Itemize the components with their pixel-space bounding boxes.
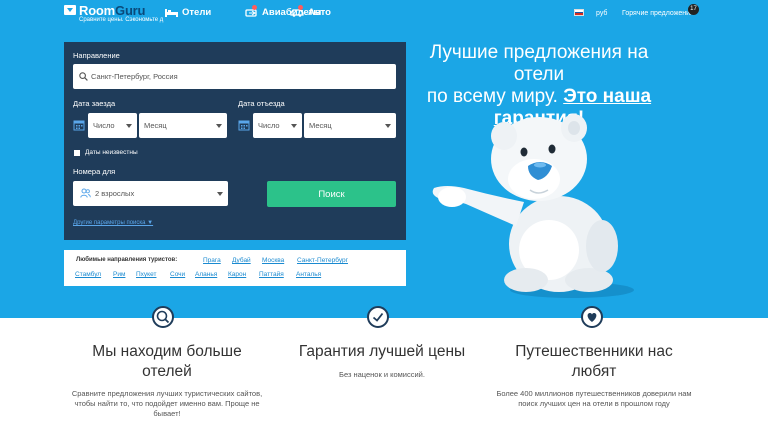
logo-icon — [64, 5, 76, 15]
people-icon — [80, 188, 91, 198]
feature-title-travelers-love-us: Путешественники нас любят — [515, 343, 673, 380]
destination-value: Санкт-Петербург, Россия — [91, 72, 178, 81]
destination-link[interactable]: Пхукет — [136, 271, 156, 278]
destination-label: Направление — [73, 51, 120, 60]
dates-unknown-label[interactable]: Даты неизвестны — [85, 149, 138, 156]
nav-cars-notification-dot — [298, 5, 303, 10]
language-flag-icon[interactable] — [574, 9, 584, 16]
more-search-options-link[interactable]: Другие параметры поиска ▼ — [73, 220, 153, 226]
checkout-label: Дата отъезда — [238, 99, 285, 108]
headline-line-1: Лучшие предложения на отели — [429, 42, 649, 85]
rooms-select[interactable]: 2 взрослых — [73, 181, 228, 206]
bed-icon — [165, 9, 178, 17]
checkout-month-select[interactable]: Месяц — [304, 113, 396, 138]
checkmark-icon — [367, 306, 389, 328]
search-button[interactable]: Поиск — [267, 181, 396, 207]
hot-deals-link[interactable]: Горячие предложения — [622, 10, 694, 17]
destination-input[interactable]: Санкт-Петербург, Россия — [73, 64, 396, 89]
currency-selector[interactable]: руб — [596, 10, 607, 17]
popular-destinations: Любимые направления туристов: Прага Дуба… — [64, 250, 406, 286]
checkin-label: Дата заезда — [73, 99, 116, 108]
destination-link[interactable]: Паттайя — [259, 271, 284, 278]
destination-link[interactable]: Аланья — [195, 271, 217, 278]
checkin-day-select[interactable]: Число — [88, 113, 137, 138]
nav-flights-notification-dot — [252, 5, 257, 10]
destination-link[interactable]: Прага — [203, 257, 221, 264]
destination-link[interactable]: Сочи — [170, 271, 185, 278]
nav-cars-label: Авто — [308, 7, 331, 18]
rooms-label: Номера для — [73, 167, 116, 176]
search-panel: Направление Санкт-Петербург, Россия Дата… — [64, 42, 406, 240]
logo-tagline: Сравните цены. Сэкономьте д — [79, 17, 164, 23]
popular-destinations-label: Любимые направления туристов: — [76, 257, 178, 263]
checkout-day-select[interactable]: Число — [253, 113, 302, 138]
destination-link[interactable]: Анталья — [296, 271, 321, 278]
polar-bear-mascot-illustration — [432, 114, 634, 298]
rooms-value: 2 взрослых — [95, 189, 135, 198]
destination-link[interactable]: Дубай — [232, 257, 251, 264]
checkin-month-value: Месяц — [144, 121, 167, 130]
destination-link[interactable]: Москва — [262, 257, 284, 264]
feature-text-travelers-love-us: Более 400 миллионов путешественников дов… — [496, 389, 692, 408]
destination-link[interactable]: Санкт-Петербург — [297, 257, 348, 264]
feature-title-best-price: Гарантия лучшей цены — [298, 343, 466, 360]
checkout-day-value: Число — [258, 121, 280, 130]
calendar-icon[interactable] — [73, 119, 85, 131]
feature-text-best-price: Без наценок и комиссий. — [339, 370, 425, 379]
nav-cars[interactable]: Авто — [290, 5, 331, 18]
nav-hotels[interactable]: Отели — [165, 7, 211, 18]
dates-unknown-checkbox[interactable] — [74, 150, 80, 156]
feature-text-more-hotels: Сравните предложения лучших туристически… — [71, 389, 263, 418]
checkout-month-value: Месяц — [309, 121, 332, 130]
top-bar: RoomGuru Сравните цены. Сэкономьте д Оте… — [0, 0, 768, 28]
search-icon — [152, 306, 174, 328]
hot-deals-count-badge: 17 — [688, 4, 699, 15]
logo[interactable]: RoomGuru Сравните цены. Сэкономьте д — [64, 3, 174, 24]
feature-title-more-hotels: Мы находим больше отелей — [92, 343, 242, 380]
destination-link[interactable]: Карон — [228, 271, 246, 278]
destination-link[interactable]: Стамбул — [75, 271, 101, 278]
calendar-icon[interactable] — [238, 119, 250, 131]
search-icon — [79, 72, 88, 81]
destination-link[interactable]: Рим — [113, 271, 125, 278]
checkin-month-select[interactable]: Месяц — [139, 113, 227, 138]
checkin-day-value: Число — [93, 121, 115, 130]
heart-icon — [581, 306, 603, 328]
nav-hotels-label: Отели — [182, 7, 212, 18]
logo-name: RoomGuru — [79, 3, 146, 18]
